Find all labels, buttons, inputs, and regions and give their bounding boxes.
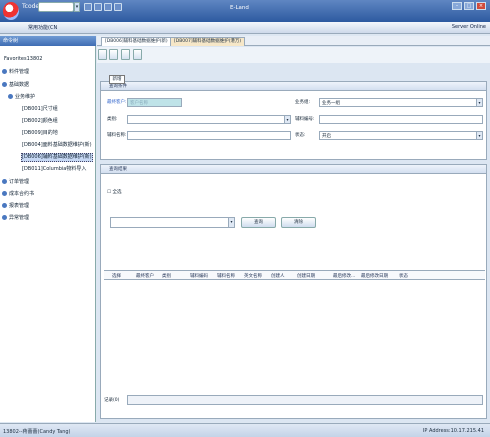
tree-group-exceptions[interactable]: 异常管理 (2, 215, 29, 222)
chevron-down-icon: ▾ (284, 116, 290, 123)
column-header[interactable]: 创建人 (271, 273, 285, 279)
tree-item-db001[interactable]: [DB001]尺寸组 (22, 106, 58, 113)
app-logo-icon[interactable] (3, 2, 19, 20)
chevron-down-icon: ▾ (228, 218, 234, 227)
business-select[interactable]: 业务一组 ▾ (319, 98, 483, 107)
expand-icon (2, 215, 7, 220)
criteria-panel: 查询条件 最终客户: 客户名称 类别: ▾ 辅料名称: 业务组: 业务一组 ▾ 辅… (100, 81, 487, 160)
business-label: 业务组: (295, 100, 311, 105)
column-header[interactable]: 辅料编码 (190, 273, 208, 279)
column-header[interactable]: 最终客户 (136, 273, 154, 279)
supplier-label: 最终客户: (107, 100, 127, 105)
tree-item-db006[interactable]: [DB006]辅料基础数据维护(新) (21, 153, 93, 162)
tree-group-materials[interactable]: 料件管理 (2, 69, 29, 76)
help-icon[interactable] (114, 3, 122, 11)
search-button[interactable]: 查询 (241, 217, 276, 228)
category-select[interactable]: ▾ (127, 115, 291, 124)
home-icon[interactable] (104, 3, 112, 11)
export-icon[interactable] (121, 49, 130, 60)
new-icon[interactable] (98, 49, 107, 60)
action-toolbar (97, 47, 490, 63)
expand-icon (2, 69, 7, 74)
name-label: 辅料名称: (107, 133, 127, 138)
column-header[interactable]: 最后修改... (333, 273, 355, 279)
column-header[interactable]: 最后修改日期 (361, 273, 388, 279)
tree-item-db011[interactable]: [DB011]Columbia物料导入 (22, 166, 86, 173)
minimize-icon[interactable]: – (452, 2, 462, 10)
column-header[interactable]: 英文名称 (244, 273, 262, 279)
server-status: Server Online (451, 24, 486, 30)
expand-icon (2, 179, 7, 184)
expand-icon (2, 203, 7, 208)
tab-db006[interactable]: [DB006]辅料基础数据维护(新) (101, 37, 172, 46)
status-select[interactable]: 开启 ▾ (319, 131, 483, 140)
user-info: 13802--蒋蕾蕾(Candy Tang) (3, 429, 71, 435)
menu-bar (0, 22, 490, 34)
results-panel: 查询结果 ☐ 全选 ▾ 查询 清除 选择 最终客户 类别 辅料编码 辅料名称 英… (100, 164, 487, 419)
record-count: 记录(0) (104, 398, 120, 403)
status-bar: 13802--蒋蕾蕾(Candy Tang) IP Address:10.17.… (0, 423, 490, 437)
select-all-checkbox[interactable]: ☐ 全选 (107, 189, 121, 195)
status-label: 状态: (295, 133, 306, 138)
tree-group-cost-contract[interactable]: 成本合约书 (2, 191, 34, 198)
tab-strip: [DB006]辅料基础数据维护(新) [DB007]辅料基础数据维护(港万) (97, 36, 490, 46)
column-header[interactable]: 辅料名称 (217, 273, 235, 279)
supplier-input[interactable]: 客户名称 (127, 98, 182, 107)
print-icon[interactable] (133, 49, 142, 60)
tooltip-new: 新增 (109, 75, 125, 84)
ip-address: IP Address:10.17.215.41 (422, 428, 484, 434)
tree-group-reports[interactable]: 报表管理 (2, 203, 29, 210)
tree-group-basic-data[interactable]: 基础数据 (2, 82, 29, 89)
clear-button[interactable]: 清除 (281, 217, 316, 228)
grid-header: 选择 最终客户 类别 辅料编码 辅料名称 英文名称 创建人 创建日期 最后修改.… (104, 270, 485, 280)
main-content: [DB006]辅料基础数据维护(新) [DB007]辅料基础数据维护(港万) 查… (97, 36, 490, 422)
back-icon[interactable] (84, 3, 92, 11)
tree-group-orders[interactable]: 订单管理 (2, 179, 29, 186)
column-header[interactable]: 状态 (399, 273, 408, 279)
column-header[interactable]: 类别 (162, 273, 171, 279)
close-icon[interactable]: × (476, 2, 486, 10)
tree-item-db002[interactable]: [DB002]颜色组 (22, 118, 58, 125)
tab-db007[interactable]: [DB007]辅料基础数据维护(港万) (170, 37, 246, 46)
category-label: 类别: (107, 117, 118, 122)
tree-header: 命令树 (0, 36, 96, 46)
window-controls: – □ × (452, 2, 486, 10)
app-title: E-Land (230, 5, 249, 11)
tree-item-db004[interactable]: [DB004]面料基础数据维护(新) (22, 142, 92, 149)
navigation-tree: 命令树 Favorites13802 料件管理 基础数据 业务维护 [DB001… (0, 36, 96, 422)
tcode-label: Tcode (22, 3, 40, 10)
favorites-menu[interactable]: 常用功能(CN (28, 24, 57, 31)
column-header[interactable]: 选择 (112, 273, 121, 279)
maximize-icon[interactable]: □ (464, 2, 474, 10)
quick-filter-select[interactable]: ▾ (110, 217, 235, 228)
tree-root-favorites[interactable]: Favorites13802 (4, 56, 43, 63)
name-input[interactable] (127, 131, 291, 140)
expand-icon (8, 94, 13, 99)
code-input[interactable] (319, 115, 483, 124)
results-header: 查询结果 (101, 165, 486, 174)
criteria-header: 查询条件 (101, 82, 486, 91)
edit-icon[interactable] (109, 49, 118, 60)
column-header[interactable]: 创建日期 (297, 273, 315, 279)
chevron-down-icon: ▾ (476, 99, 482, 106)
tree-group-business-maint[interactable]: 业务维护 (8, 94, 35, 101)
tree-item-db009[interactable]: [DB009]目的地 (22, 130, 58, 137)
forward-icon[interactable] (94, 3, 102, 11)
chevron-down-icon: ▾ (476, 132, 482, 139)
tcode-input[interactable] (38, 2, 74, 12)
expand-icon (2, 82, 7, 87)
horizontal-scrollbar[interactable] (127, 395, 483, 405)
expand-icon (2, 191, 7, 196)
code-label: 辅料编号: (295, 117, 315, 122)
tcode-dropdown-icon[interactable]: ▾ (74, 2, 80, 12)
